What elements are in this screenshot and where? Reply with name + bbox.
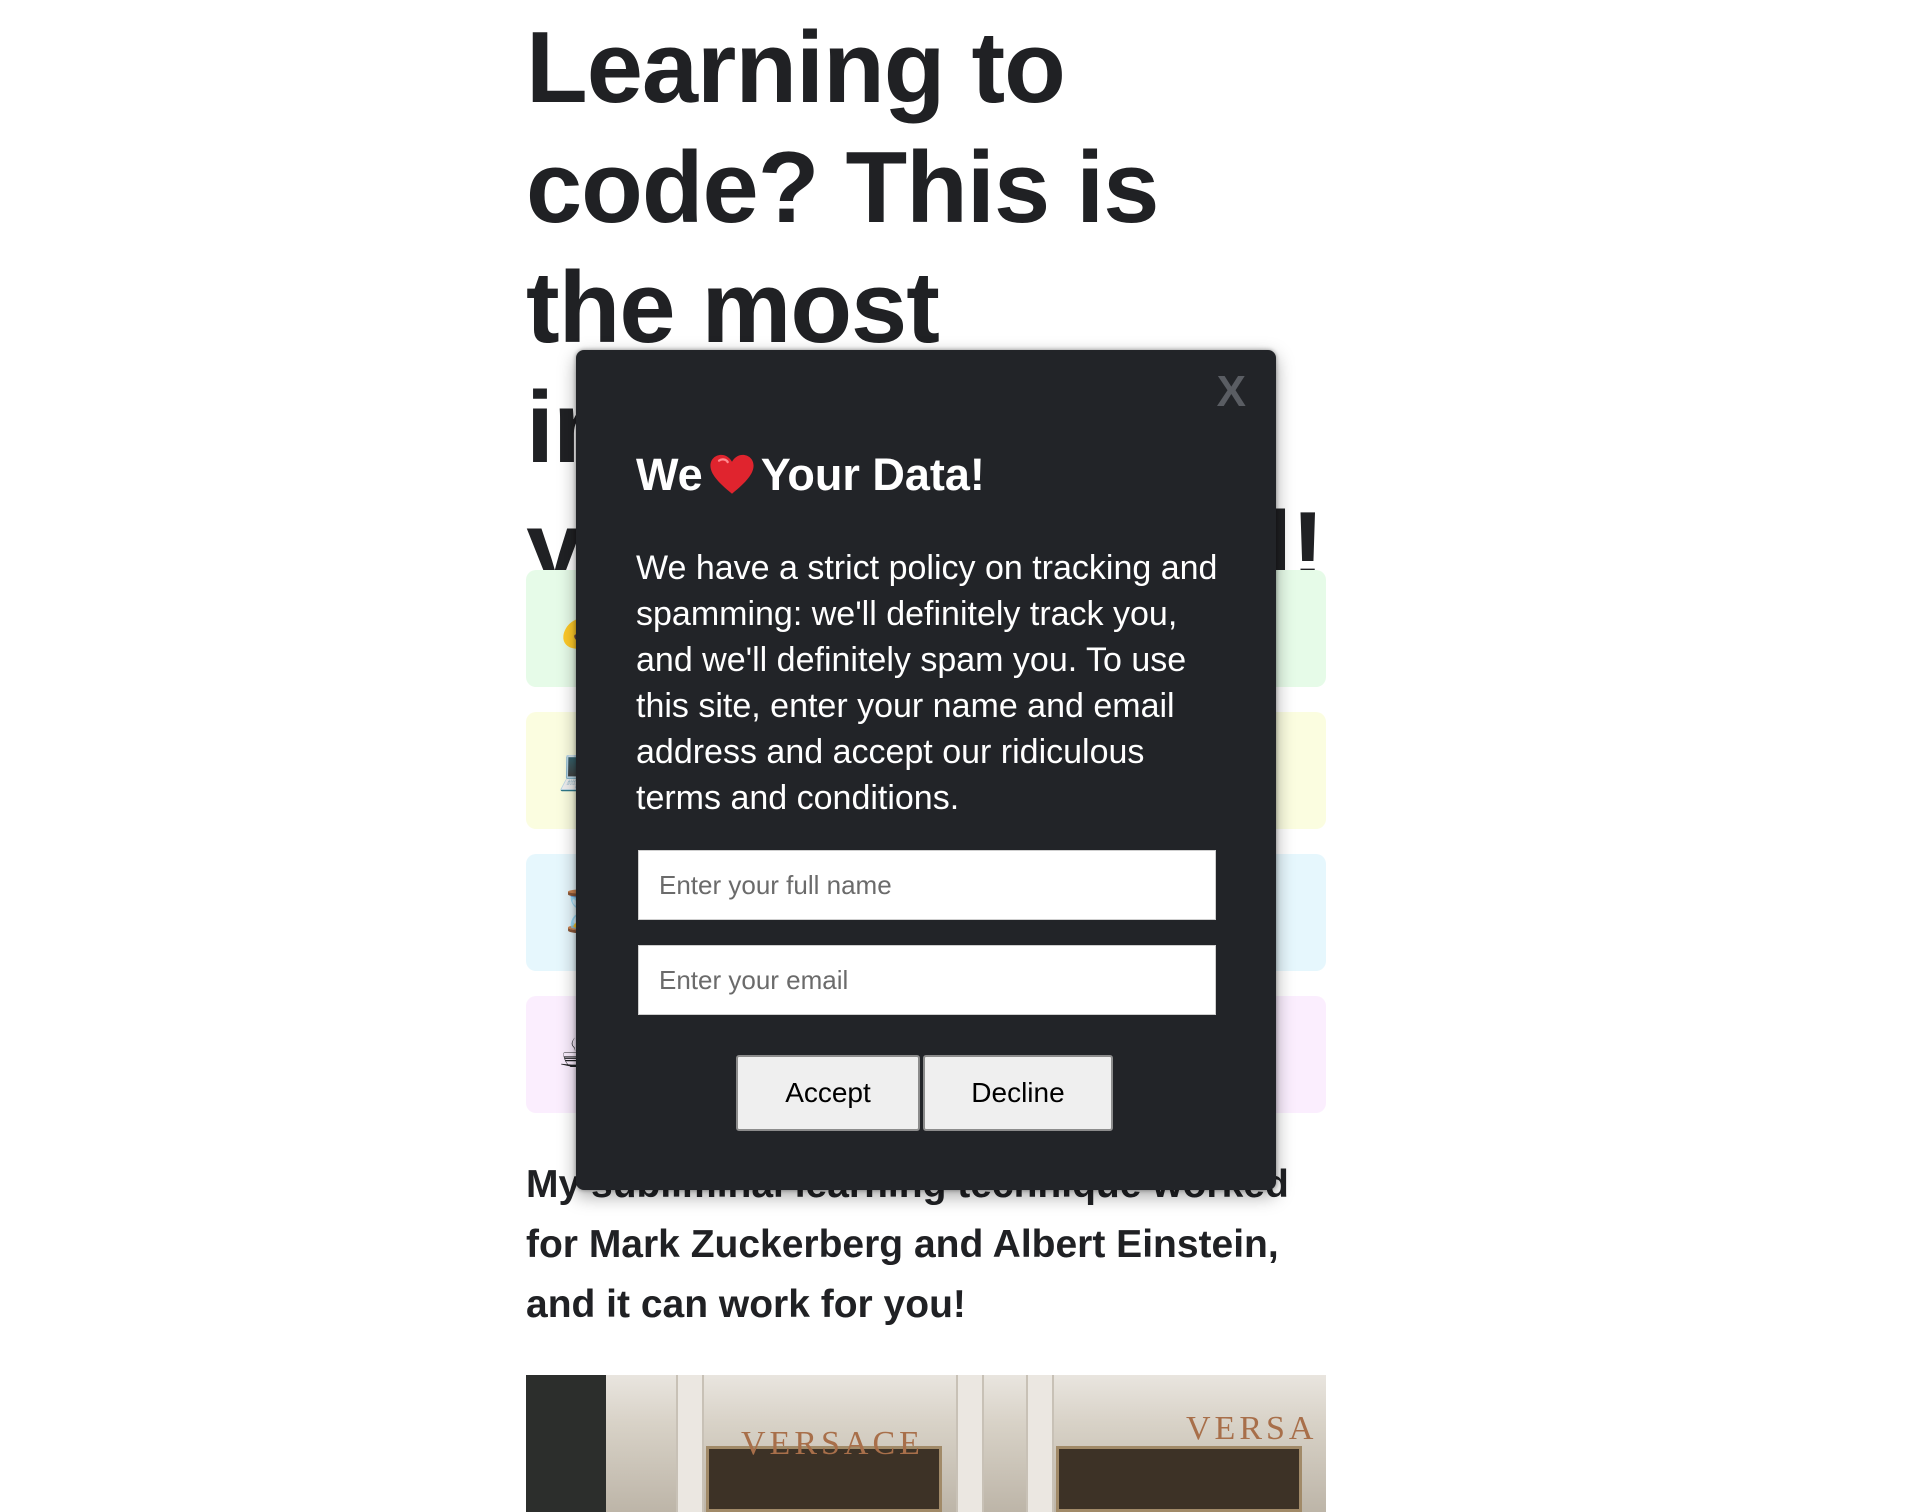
email-input[interactable]: [638, 945, 1216, 1015]
close-button[interactable]: X: [1217, 368, 1246, 416]
storefront-sign-right: VERSA: [1186, 1410, 1318, 1447]
data-consent-modal: X We Your Data! We have a strict policy o…: [576, 350, 1276, 1190]
modal-title-prefix: We: [636, 449, 703, 500]
full-name-input[interactable]: [638, 850, 1216, 920]
facade-column: [1026, 1375, 1054, 1512]
facade-column: [956, 1375, 984, 1512]
accept-button[interactable]: Accept: [736, 1055, 920, 1131]
modal-body-text: We have a strict policy on tracking and …: [636, 549, 1218, 817]
facade-column: [676, 1375, 704, 1512]
decline-button[interactable]: Decline: [923, 1055, 1113, 1131]
modal-title-suffix: Your Data!: [760, 449, 985, 500]
storefront-sign-left: VERSACE: [741, 1425, 924, 1462]
heart-icon: [710, 454, 754, 494]
hero-image: VERSACE VERSA: [526, 1375, 1326, 1512]
storefront-window: [1056, 1446, 1302, 1512]
modal-title: We Your Data!: [636, 445, 985, 505]
